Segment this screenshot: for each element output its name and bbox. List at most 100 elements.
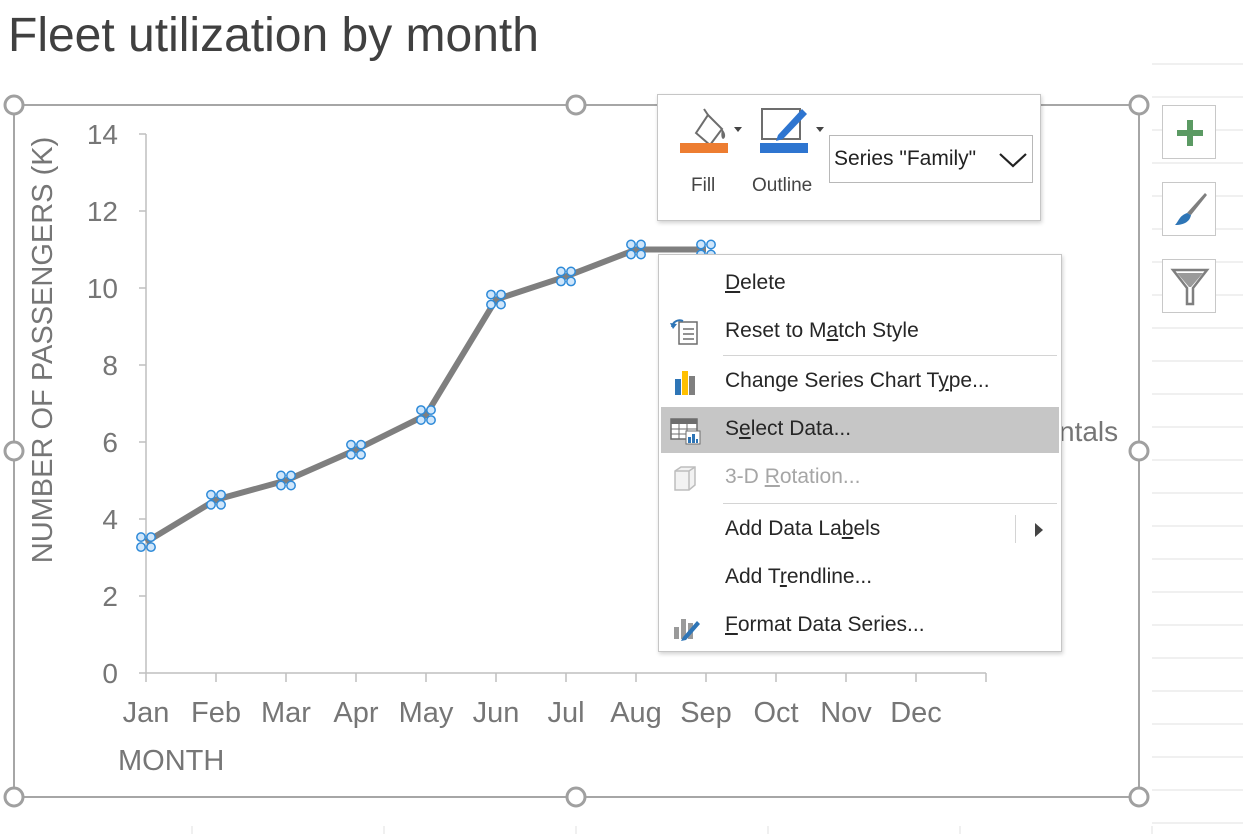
- outline-label: Outline: [752, 175, 813, 196]
- bar-chart-icon: [675, 371, 695, 395]
- table-data-icon: [670, 418, 701, 445]
- fill-label: Fill: [691, 175, 716, 196]
- chart-elements-button[interactable]: [1162, 105, 1216, 159]
- selection-marker: [286, 470, 296, 481]
- menu-item-delete[interactable]: Delete: [661, 261, 1059, 307]
- selection-marker: [206, 489, 216, 500]
- x-tick-label: Jan: [123, 697, 170, 729]
- selection-marker: [286, 480, 296, 491]
- menu-item-add-data-labels[interactable]: Add Data Labels: [661, 507, 1059, 553]
- selection-marker: [146, 532, 156, 543]
- menu-item-change-series-chart-type[interactable]: Change Series Chart Type...: [661, 359, 1059, 405]
- x-tick-label: Feb: [191, 697, 241, 729]
- selection-marker: [416, 405, 426, 415]
- selection-marker: [276, 470, 286, 481]
- selection-marker: [636, 249, 646, 260]
- chart-styles-button[interactable]: [1162, 182, 1216, 236]
- selection-marker: [426, 415, 436, 425]
- selection-marker: [426, 405, 436, 415]
- chevron-down-icon: [999, 153, 1027, 168]
- chevron-right-icon: [1035, 523, 1043, 537]
- y-tick-label: 8: [102, 350, 118, 381]
- resize-handle[interactable]: [1128, 440, 1150, 462]
- menu-item-label: Select Data...: [725, 417, 852, 440]
- selection-marker: [636, 239, 646, 250]
- menu-item-label: Reset to Match Style: [725, 319, 919, 342]
- x-tick-label: Dec: [890, 697, 942, 729]
- series-line-family[interactable]: [144, 246, 706, 545]
- y-tick-label: 12: [87, 196, 118, 227]
- resize-handle[interactable]: [3, 440, 25, 462]
- x-tick-label: Jul: [547, 697, 584, 729]
- y-tick-label: 14: [87, 119, 118, 150]
- menu-item-label: Add Data Labels: [725, 517, 881, 540]
- paintbrush-icon: [1175, 193, 1207, 225]
- menu-item-format-data-series[interactable]: Format Data Series...: [661, 603, 1059, 649]
- selection-marker: [356, 439, 366, 450]
- plus-icon: [1177, 120, 1203, 146]
- reset-style-icon: [670, 319, 698, 345]
- menu-item-label: Add Trendline...: [725, 565, 873, 588]
- resize-handle[interactable]: [1128, 94, 1150, 116]
- selection-marker: [206, 499, 216, 510]
- y-axis-title: NUMBER OF PASSENGERS (K): [27, 137, 59, 563]
- selection-marker: [346, 449, 356, 460]
- legend-label-partial: ntals: [1059, 416, 1118, 447]
- selection-marker: [216, 499, 226, 510]
- selection-marker: [276, 480, 286, 491]
- submenu-separator: [1015, 515, 1016, 543]
- selection-marker: [556, 276, 566, 287]
- selection-marker: [496, 299, 506, 310]
- resize-handle[interactable]: [1128, 786, 1150, 808]
- series-selector-value: Series "Family": [834, 147, 977, 170]
- menu-item-label: Change Series Chart Type...: [725, 369, 990, 392]
- resize-handle[interactable]: [565, 786, 587, 808]
- selection-marker: [696, 239, 706, 250]
- selection-marker: [346, 439, 356, 450]
- menu-item-add-trendline[interactable]: Add Trendline...: [661, 555, 1059, 601]
- selection-marker: [136, 532, 146, 543]
- menu-item-label: 3-D Rotation...: [725, 465, 861, 488]
- x-tick-label: Sep: [680, 697, 732, 729]
- outline-button[interactable]: Outline: [752, 95, 828, 215]
- x-tick-label: Apr: [333, 697, 378, 729]
- selection-marker: [146, 542, 156, 553]
- format-series-icon: [674, 619, 700, 641]
- context-menu: Delete Reset to Match Style Change Serie…: [658, 254, 1062, 652]
- outline-color-swatch: [760, 143, 808, 153]
- x-tick-label: Oct: [753, 697, 798, 729]
- resize-handle[interactable]: [3, 94, 25, 116]
- y-tick-label: 4: [102, 504, 118, 535]
- menu-item-label: Delete: [725, 271, 786, 294]
- format-mini-toolbar: Fill Outline Series "Family": [657, 94, 1041, 221]
- series-selector-dropdown[interactable]: Series "Family": [829, 135, 1033, 183]
- x-tick-label: Mar: [261, 697, 311, 729]
- fill-button[interactable]: Fill: [672, 95, 750, 215]
- menu-separator: [723, 355, 1057, 356]
- selection-marker: [626, 239, 636, 250]
- x-tick-label: May: [399, 697, 454, 729]
- x-tick-label: Aug: [610, 697, 662, 729]
- selection-marker: [566, 266, 576, 277]
- funnel-icon: [1170, 268, 1210, 306]
- chart-filters-button[interactable]: [1162, 259, 1216, 313]
- selection-marker: [706, 239, 716, 250]
- pen-outline-icon: [760, 108, 824, 153]
- y-tick-label: 10: [87, 273, 118, 304]
- menu-item-3d-rotation: 3-D Rotation...: [661, 455, 1059, 501]
- selection-marker: [486, 289, 496, 300]
- resize-handle[interactable]: [3, 786, 25, 808]
- x-tick-label: Jun: [473, 697, 520, 729]
- menu-item-label: Format Data Series...: [725, 613, 925, 636]
- y-tick-label: 6: [102, 427, 118, 458]
- resize-handle[interactable]: [565, 94, 587, 116]
- menu-item-reset-to-match-style[interactable]: Reset to Match Style: [661, 309, 1059, 355]
- x-axis-title: MONTH: [118, 745, 224, 777]
- selection-marker: [566, 276, 576, 287]
- menu-separator: [723, 503, 1057, 504]
- selection-marker: [356, 449, 366, 460]
- paint-bucket-icon: [680, 108, 742, 153]
- menu-item-select-data[interactable]: Select Data...: [661, 407, 1059, 453]
- selection-marker: [136, 542, 146, 553]
- selection-marker: [496, 289, 506, 300]
